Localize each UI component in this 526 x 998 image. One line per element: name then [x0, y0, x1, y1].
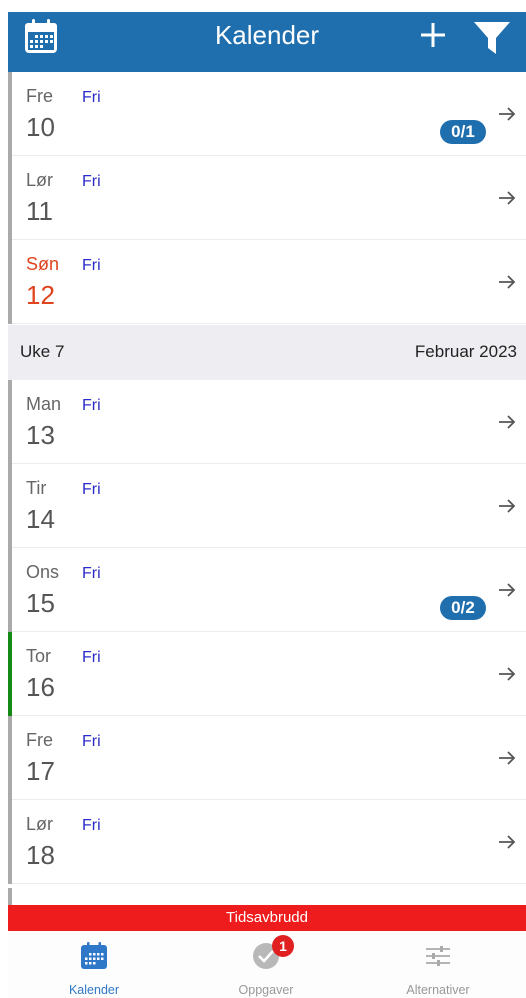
sliders-icon: [423, 941, 453, 971]
day-row[interactable]: Tir 14 Fri: [8, 464, 526, 548]
tab-bar: Kalender 1 Oppgaver Alternativer: [8, 931, 526, 998]
day-number: 16: [26, 672, 55, 702]
day-number: 13: [26, 420, 55, 450]
day-of-week: Lør: [26, 814, 53, 834]
tab-label: Kalender: [68, 983, 120, 997]
day-number: 11: [26, 196, 53, 226]
page-title: Kalender: [214, 20, 320, 50]
day-number: 15: [26, 588, 55, 618]
week-label: Uke 7: [20, 342, 65, 361]
day-row[interactable]: Fre 17 Fri: [8, 716, 526, 800]
day-row[interactable]: Lør 11 Fri: [8, 156, 526, 240]
day-row[interactable]: Man 13 Fri: [8, 380, 526, 464]
arrow-right-icon[interactable]: [497, 104, 517, 124]
task-count-badge: 0/2: [440, 596, 486, 620]
arrow-right-icon[interactable]: [497, 748, 517, 768]
task-count-badge: 0/1: [440, 120, 486, 144]
day-of-week: Fre: [26, 86, 53, 106]
day-status: Fri: [82, 733, 101, 750]
day-row[interactable]: Fre 10 Fri 0/1: [8, 72, 526, 156]
day-number: 18: [26, 840, 55, 870]
arrow-right-icon[interactable]: [497, 580, 517, 600]
day-row[interactable]: Lør 18 Fri: [8, 800, 526, 884]
day-status: Fri: [82, 89, 101, 106]
day-status: Fri: [82, 481, 101, 498]
arrow-right-icon[interactable]: [497, 188, 517, 208]
error-banner: Tidsavbrudd: [8, 905, 526, 931]
plus-icon[interactable]: [418, 20, 448, 50]
day-status: Fri: [82, 257, 101, 274]
day-row[interactable]: Søn 12 Fri: [8, 240, 526, 324]
day-number: 14: [26, 504, 55, 534]
day-row[interactable]: Ons 15 Fri 0/2: [8, 548, 526, 632]
day-of-week: Ons: [26, 562, 60, 582]
day-status: Fri: [82, 397, 101, 414]
tab-label: Alternativer: [406, 983, 470, 997]
day-of-week: Fre: [26, 730, 53, 750]
arrow-right-icon[interactable]: [497, 496, 517, 516]
arrow-right-icon[interactable]: [497, 664, 517, 684]
app-header: Kalender: [8, 12, 526, 72]
day-number: 17: [26, 756, 55, 786]
month-label: Februar 2023: [414, 342, 517, 361]
day-status: Fri: [82, 817, 101, 834]
filter-icon[interactable]: [472, 18, 512, 58]
day-number: 10: [26, 112, 55, 142]
today-indicator: [8, 632, 12, 716]
notification-badge: 1: [272, 935, 294, 957]
tab-label: Oppgaver: [238, 983, 294, 997]
day-number: 12: [26, 280, 55, 310]
calendar-icon: [79, 941, 109, 971]
day-of-week: Søn: [26, 254, 60, 274]
tab-calendar[interactable]: Kalender: [8, 931, 180, 998]
arrow-right-icon[interactable]: [497, 832, 517, 852]
arrow-right-icon[interactable]: [497, 272, 517, 292]
app-frame: Kalender Fre 10 Fri 0/1 Lør 11 Fri Søn 1: [8, 12, 526, 998]
day-status: Fri: [82, 649, 101, 666]
day-of-week: Lør: [26, 170, 53, 190]
day-status: Fri: [82, 173, 101, 190]
arrow-right-icon[interactable]: [497, 412, 517, 432]
tab-options[interactable]: Alternativer: [352, 931, 524, 998]
day-status: Fri: [82, 565, 101, 582]
day-of-week: Man: [26, 394, 62, 414]
week-header: Uke 7 Februar 2023: [8, 325, 526, 380]
day-row-today[interactable]: Tor 16 Fri: [8, 632, 526, 716]
day-of-week: Tor: [26, 646, 52, 666]
tab-tasks[interactable]: 1 Oppgaver: [180, 931, 352, 998]
day-of-week: Tir: [26, 478, 47, 498]
